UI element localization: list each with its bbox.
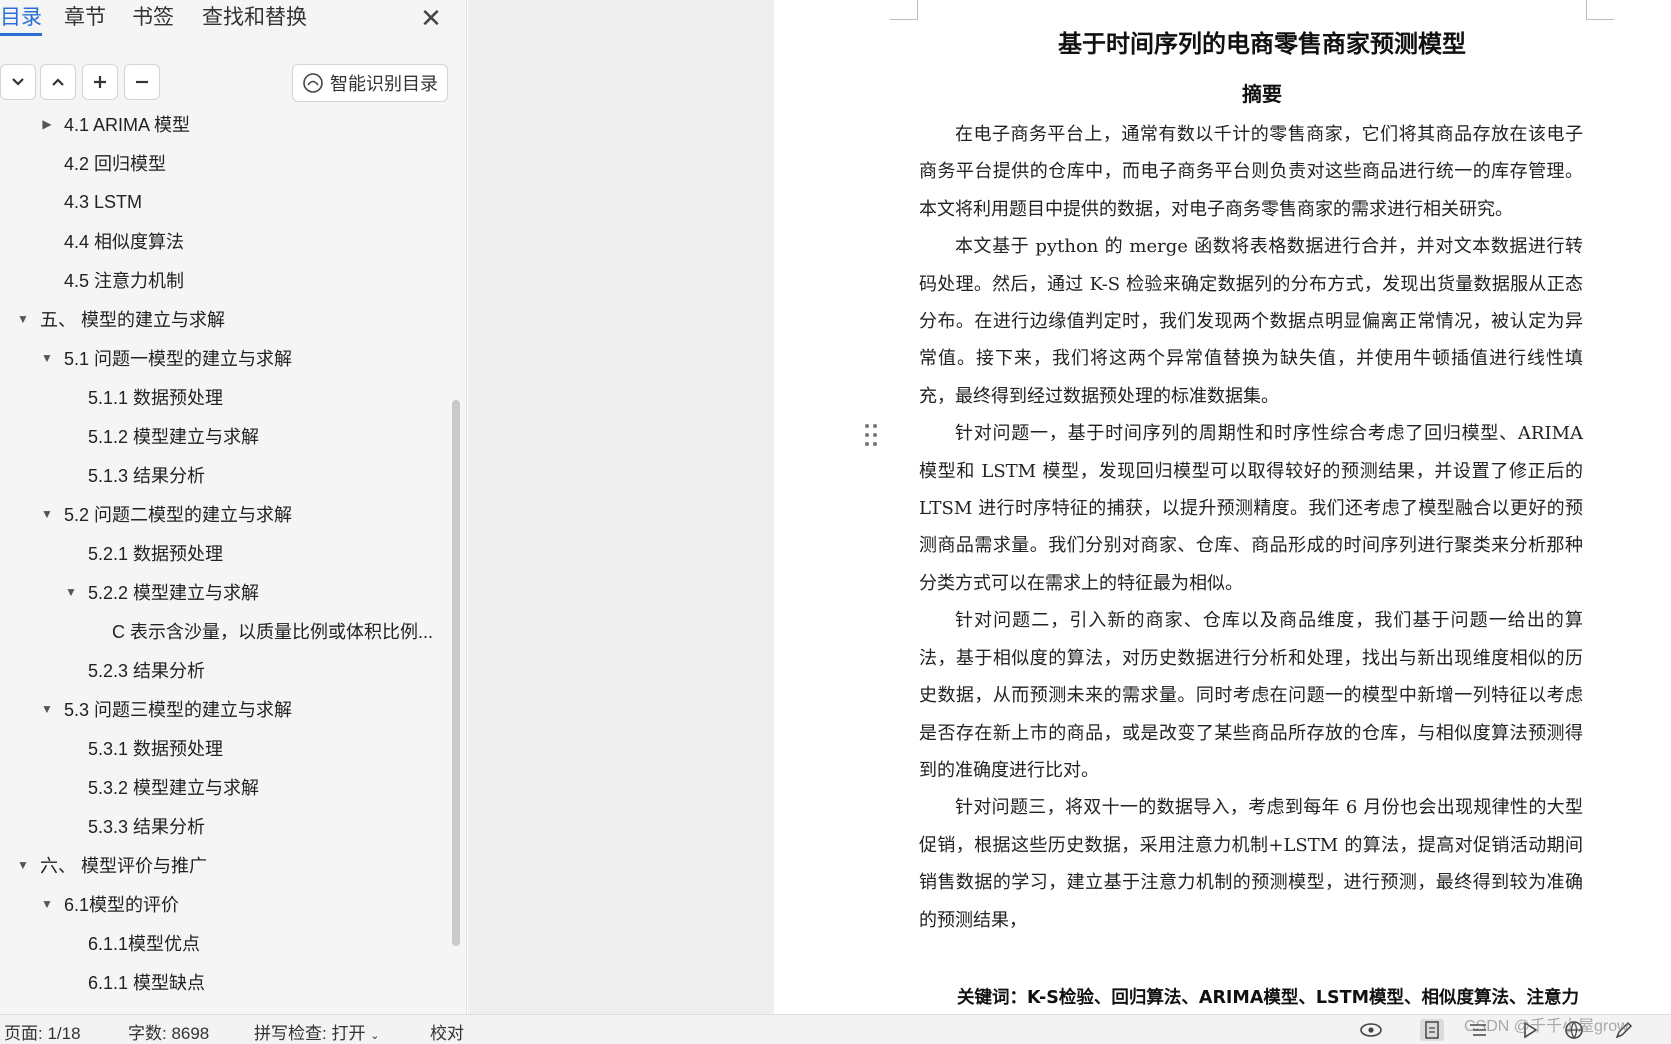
toc-item-label: 4.3 LSTM: [64, 191, 143, 212]
toc-item[interactable]: ▼ 5.2.2 模型建立与求解: [0, 574, 450, 610]
toc-scrollbar[interactable]: [452, 400, 460, 946]
page-corner-marker: [890, 0, 918, 20]
toc-item-label: 4.1 ARIMA 模型: [64, 115, 191, 135]
toc-item-label: 5.2 问题二模型的建立与求解: [64, 505, 293, 525]
toc-item[interactable]: 5.1.2 模型建立与求解: [0, 418, 450, 454]
document-gutter: [468, 0, 774, 1014]
toc-item[interactable]: 5.2.3 结果分析: [0, 652, 450, 688]
abstract-body: 在电子商务平台上，通常有数以千计的零售商家，它们将其商品存放在该电子商务平台提供…: [919, 116, 1583, 939]
caret-down-icon[interactable]: ▼: [64, 585, 78, 599]
remove-heading-button[interactable]: [124, 64, 160, 100]
toc-item[interactable]: ▼ 5.2 问题二模型的建立与求解: [0, 496, 450, 532]
tab-chapters[interactable]: 章节: [64, 4, 106, 36]
page-indicator[interactable]: 页面: 1/18: [4, 1019, 81, 1044]
spell-check-label: 拼写检查: 打开: [254, 1024, 366, 1043]
caret-down-icon[interactable]: ▼: [40, 897, 54, 911]
smart-toc-icon: [303, 73, 323, 93]
toc-item-label: 4.4 相似度算法: [64, 232, 185, 252]
toc-item[interactable]: ▼ 五、 模型的建立与求解: [0, 301, 450, 337]
caret-right-icon[interactable]: ▶: [40, 117, 54, 131]
toc-item[interactable]: C 表示含沙量，以质量比例或体积比例...: [0, 613, 450, 649]
abstract-paragraph: 针对问题三，将双十一的数据导入，考虑到每年 6 月份也会出现规律性的大型促销，根…: [919, 797, 1583, 931]
toc-item-label: 5.3.2 模型建立与求解: [88, 778, 260, 798]
toc-item-label: 5.3 问题三模型的建立与求解: [64, 700, 293, 720]
caret-down-icon[interactable]: ▼: [40, 507, 54, 521]
toc-item[interactable]: 4.4 相似度算法: [0, 223, 450, 259]
toc-item[interactable]: 5.1.1 数据预处理: [0, 379, 450, 415]
tab-bookmarks[interactable]: 书签: [132, 4, 174, 36]
add-heading-button[interactable]: [82, 64, 118, 100]
toc-item[interactable]: ▼ 5.1 问题一模型的建立与求解: [0, 340, 450, 376]
close-icon[interactable]: ✕: [418, 4, 444, 32]
toc-item[interactable]: 5.3.3 结果分析: [0, 808, 450, 844]
toc-item-label: 5.3.3 结果分析: [88, 817, 206, 837]
toc-item[interactable]: 6.1.1模型优点: [0, 925, 450, 961]
toc-item-label: 5.2.2 模型建立与求解: [88, 583, 260, 603]
page-view-icon[interactable]: [1420, 1019, 1444, 1041]
toc-tree: ▶ 4.1 ARIMA 模型 4.2 回归模型 4.3 LSTM 4.4 相似度算法 4.…: [0, 112, 450, 1014]
tab-toc[interactable]: 目录: [0, 4, 42, 36]
toc-item-label: 6.1模型的评价: [64, 895, 180, 915]
toc-item-label: 4.2 回归模型: [64, 154, 167, 174]
caret-down-icon[interactable]: ▼: [40, 351, 54, 365]
nav-tabs: 目录 章节 书签 查找和替换 ✕: [0, 0, 467, 40]
chevron-down-icon: [12, 78, 24, 86]
toc-item-label: 5.1 问题一模型的建立与求解: [64, 349, 293, 369]
status-bar: 页面: 1/18 字数: 8698 拼写检查: 打开 ⌄ 校对: [0, 1014, 1671, 1044]
spell-check-toggle[interactable]: 拼写检查: 打开 ⌄: [254, 1019, 379, 1044]
caret-down-icon[interactable]: ▼: [16, 312, 30, 326]
word-count[interactable]: 字数: 8698: [128, 1019, 209, 1044]
expand-button[interactable]: [0, 64, 36, 100]
document-title: 基于时间序列的电商零售商家预测模型: [1058, 30, 1466, 58]
toc-item[interactable]: 6.1.1 模型缺点: [0, 964, 450, 1000]
toc-item[interactable]: ▼ 6.1模型的评价: [0, 886, 450, 922]
abstract-heading: 摘要: [1242, 82, 1282, 106]
toc-toolbar: 智能识别目录: [0, 64, 467, 104]
smart-toc-label: 智能识别目录: [330, 74, 438, 94]
toc-item[interactable]: ▼ 5.3 问题三模型的建立与求解: [0, 691, 450, 727]
toc-item-label: C 表示含沙量，以质量比例或体积比例...: [112, 622, 434, 642]
navigation-pane: 目录 章节 书签 查找和替换 ✕ 智能识别目录 ▶ 4.1 ARIMA 模型 4.2…: [0, 0, 467, 1014]
abstract-paragraph: 在电子商务平台上，通常有数以千计的零售商家，它们将其商品存放在该电子商务平台提供…: [919, 124, 1583, 220]
abstract-paragraph: 针对问题一，基于时间序列的周期性和时序性综合考虑了回归模型、ARIMA 模型和 …: [919, 423, 1583, 594]
toc-item[interactable]: 4.2 回归模型: [0, 145, 450, 181]
toc-item-label: 6.1.1模型优点: [88, 934, 201, 954]
collapse-button[interactable]: [40, 64, 76, 100]
eye-icon[interactable]: [1359, 1019, 1383, 1041]
toc-item[interactable]: ▼ 六、 模型评价与推广: [0, 847, 450, 883]
toc-item[interactable]: 4.5 注意力机制: [0, 262, 450, 298]
toc-item[interactable]: ▶ 4.1 ARIMA 模型: [0, 112, 450, 142]
watermark: CSDN @千千小屋grow: [1464, 1018, 1629, 1035]
toc-item-label: 5.1.3 结果分析: [88, 466, 206, 486]
chevron-down-icon: ⌄: [370, 1030, 380, 1042]
plus-icon: [94, 76, 106, 88]
chevron-up-icon: [52, 78, 64, 86]
toc-item-label: 5.1.1 数据预处理: [88, 388, 224, 408]
toc-item[interactable]: 5.3.2 模型建立与求解: [0, 769, 450, 805]
minus-icon: [136, 80, 148, 84]
abstract-paragraph: 本文基于 python 的 merge 函数将表格数据进行合并，并对文本数据进行…: [919, 236, 1583, 407]
toc-item[interactable]: 4.3 LSTM: [0, 184, 450, 220]
toc-item-label: 6.1.1 模型缺点: [88, 973, 206, 993]
keywords-line: 关键词：K-S检验、回归算法、ARIMA模型、LSTM模型、相似度算法、注意力: [957, 988, 1579, 1008]
toc-item-label: 4.5 注意力机制: [64, 271, 185, 291]
tab-find-replace[interactable]: 查找和替换: [202, 4, 307, 36]
toc-item-label: 五、 模型的建立与求解: [40, 310, 225, 330]
toc-item-label: 5.2.1 数据预处理: [88, 544, 224, 564]
page-corner-marker: [1586, 0, 1614, 20]
toc-item-label: 5.2.3 结果分析: [88, 661, 206, 681]
caret-down-icon[interactable]: ▼: [16, 858, 30, 872]
proofread-button[interactable]: 校对: [430, 1019, 464, 1044]
toc-item[interactable]: 5.1.3 结果分析: [0, 457, 450, 493]
toc-item[interactable]: 5.3.1 数据预处理: [0, 730, 450, 766]
toc-item-label: 5.3.1 数据预处理: [88, 739, 224, 759]
toc-item-label: 六、 模型评价与推广: [40, 856, 208, 876]
abstract-paragraph: 针对问题二，引入新的商家、仓库以及商品维度，我们基于问题一给出的算法，基于相似度…: [919, 610, 1583, 781]
smart-toc-button[interactable]: 智能识别目录: [292, 64, 448, 102]
toc-item[interactable]: 5.2.1 数据预处理: [0, 535, 450, 571]
caret-down-icon[interactable]: ▼: [40, 702, 54, 716]
drag-handle-icon[interactable]: [864, 422, 878, 448]
toc-item-label: 5.1.2 模型建立与求解: [88, 427, 260, 447]
